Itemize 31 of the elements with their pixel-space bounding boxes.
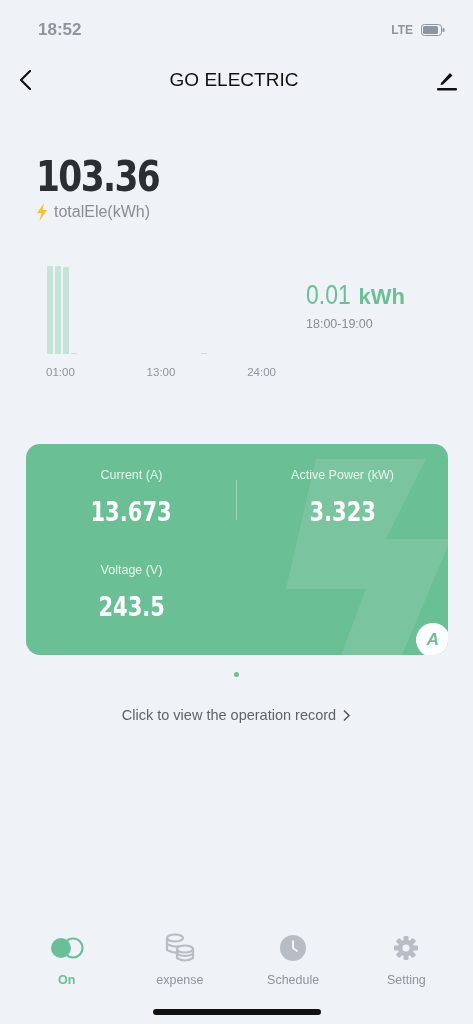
metric-value: 3.323 (309, 496, 376, 527)
battery-icon (421, 24, 445, 36)
metric-label: Voltage (V) (100, 563, 163, 577)
axis-label: 24:00 (247, 366, 276, 378)
axis-label: 01:00 (46, 366, 75, 378)
metric-label: Active Power (kW) (291, 468, 394, 482)
page-title: GO ELECTRIC (169, 69, 299, 91)
metric-value: 243.5 (98, 591, 165, 622)
total-energy-label: totalEle(kWh) (54, 203, 151, 221)
lightning-icon (36, 203, 48, 221)
nav-tab[interactable]: On (21, 933, 112, 987)
clock-icon (280, 933, 307, 963)
time-range: 18:00-19:00 (306, 317, 374, 331)
metric-value: 13.673 (90, 496, 173, 527)
chevron-icon (342, 708, 352, 722)
nav-tab[interactable]: Setting (361, 933, 452, 987)
network-label: LTE (391, 23, 413, 37)
operation-record-link[interactable]: Click to view the operation record (121, 707, 352, 723)
total-energy-value: 103.36 (36, 152, 161, 201)
coins-icon (163, 933, 196, 963)
nav-tab[interactable]: Schedule (248, 933, 339, 987)
axis-label: 13:00 (146, 366, 176, 378)
settings-icon (393, 933, 420, 963)
energy-unit: kWh (358, 284, 405, 310)
page-dot[interactable] (234, 672, 239, 677)
back-icon[interactable] (18, 69, 32, 91)
metric-label: Current (A) (100, 468, 163, 482)
mode-badge: A (416, 623, 448, 655)
hour-energy-value: 0.01 (306, 280, 351, 311)
status-time: 18:52 (38, 20, 82, 40)
nav-tab[interactable]: expense (134, 933, 225, 987)
